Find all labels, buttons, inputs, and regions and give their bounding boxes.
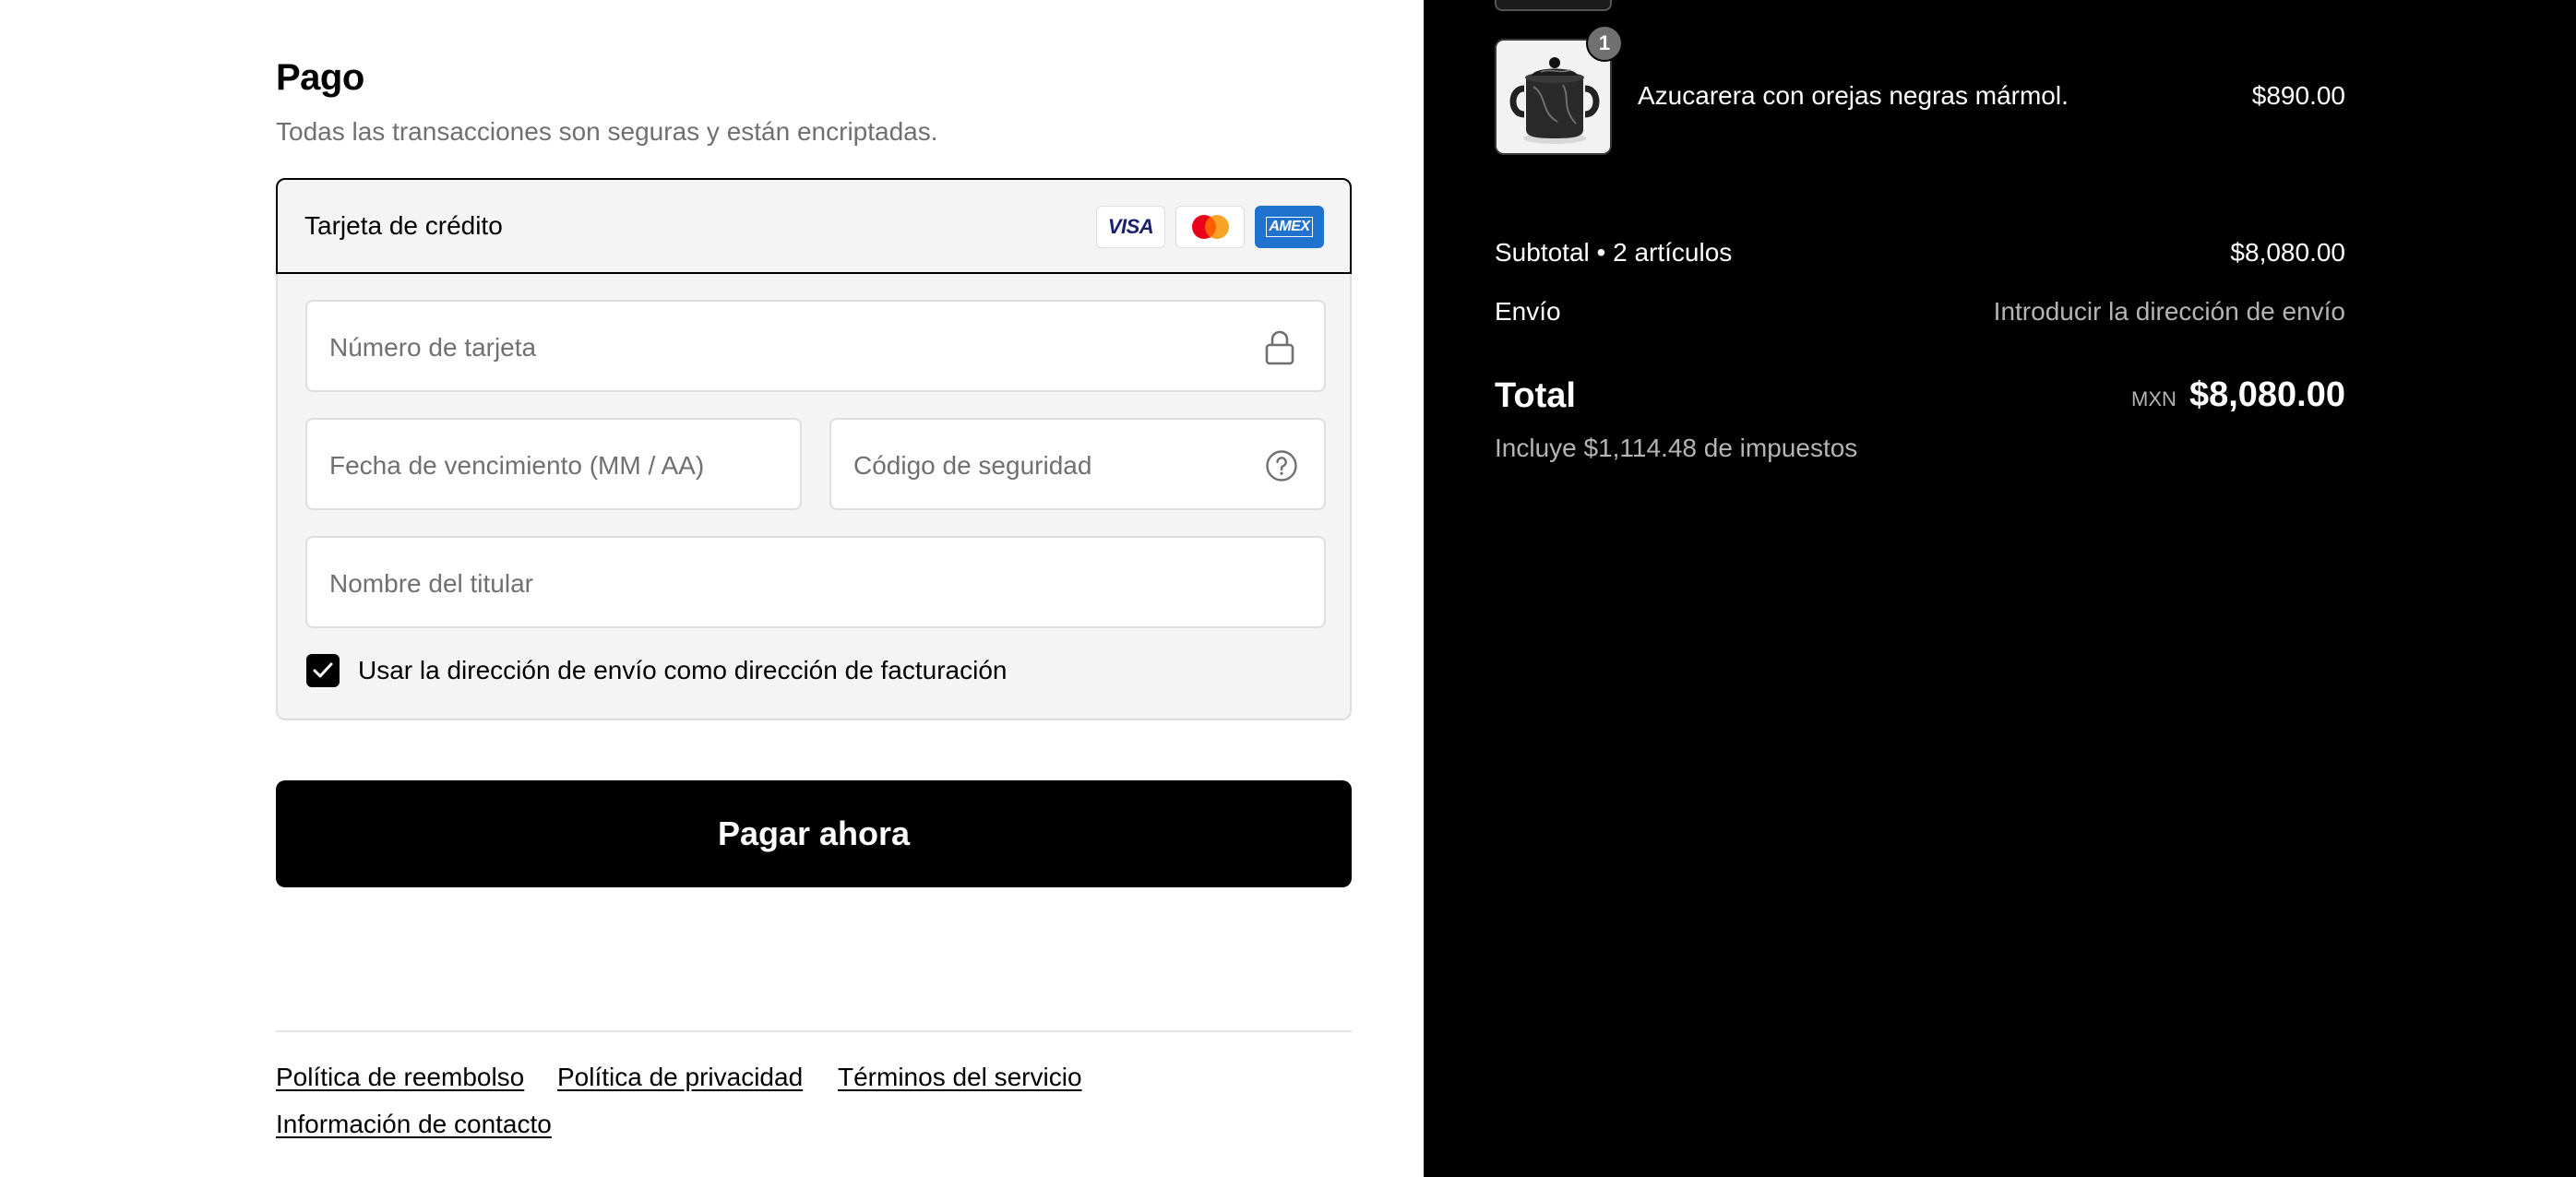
check-icon xyxy=(313,662,333,678)
credit-card-option[interactable]: Tarjeta de crédito VISA AMEX xyxy=(276,178,1352,274)
product-price: $890.00 xyxy=(2251,81,2345,110)
visa-wordmark: VISA xyxy=(1107,215,1154,238)
amex-wordmark: AMEX xyxy=(1266,217,1313,237)
card-number-placeholder: Número de tarjeta xyxy=(329,333,537,362)
subtotal-value: $8,080.00 xyxy=(2230,238,2345,267)
contact-info-link[interactable]: Información de contacto xyxy=(276,1110,552,1139)
expiry-date-field[interactable]: Fecha de vencimiento (MM / AA) xyxy=(305,418,802,510)
shipping-value: Introducir la dirección de envío xyxy=(1993,297,2345,326)
credit-card-option-label: Tarjeta de crédito xyxy=(304,211,503,240)
amex-icon: AMEX xyxy=(1255,206,1324,248)
help-circle-icon[interactable] xyxy=(1265,449,1298,482)
quantity-badge: 1 xyxy=(1586,25,1623,62)
credit-card-form: Número de tarjeta Fecha de vencimiento (… xyxy=(276,274,1352,720)
product-name: Azucarera con orejas negras mármol. xyxy=(1638,81,2069,110)
order-summary: 1 Azucarera con orejas negras mármol. $8… xyxy=(1424,0,2576,1177)
checkout-main: Pago Todas las transacciones son seguras… xyxy=(0,0,1424,1177)
cardholder-name-placeholder: Nombre del titular xyxy=(329,569,533,598)
card-number-field[interactable]: Número de tarjeta xyxy=(305,300,1326,392)
total-amount-group: MXN $8,080.00 xyxy=(2131,375,2345,415)
security-code-placeholder: Código de seguridad xyxy=(853,451,1092,480)
visa-icon: VISA xyxy=(1096,206,1165,248)
pay-now-button[interactable]: Pagar ahora xyxy=(276,780,1352,887)
billing-address-checkbox[interactable] xyxy=(306,654,340,687)
lock-icon xyxy=(1265,330,1294,365)
cardholder-name-field[interactable]: Nombre del titular xyxy=(305,536,1326,628)
payment-subtitle: Todas las transacciones son seguras y es… xyxy=(276,117,938,146)
currency-code: MXN xyxy=(2131,387,2176,410)
terms-of-service-link[interactable]: Términos del servicio xyxy=(838,1063,1082,1092)
mastercard-icon xyxy=(1175,206,1245,248)
billing-address-checkbox-label[interactable]: Usar la dirección de envío como direcció… xyxy=(358,656,1007,685)
footer-divider xyxy=(276,1030,1352,1032)
privacy-policy-link[interactable]: Política de privacidad xyxy=(557,1063,803,1092)
subtotal-label: Subtotal • 2 artículos xyxy=(1495,238,1733,267)
expiry-date-placeholder: Fecha de vencimiento (MM / AA) xyxy=(329,451,705,480)
previous-item-thumbnail xyxy=(1495,0,1612,11)
shipping-label: Envío xyxy=(1495,297,1561,326)
payment-title: Pago xyxy=(276,57,364,98)
tax-note: Incluye $1,114.48 de impuestos xyxy=(1495,434,1858,462)
total-amount: $8,080.00 xyxy=(2188,375,2345,414)
security-code-field[interactable]: Código de seguridad xyxy=(829,418,1326,510)
total-label: Total xyxy=(1495,376,1576,415)
refund-policy-link[interactable]: Política de reembolso xyxy=(276,1063,524,1092)
